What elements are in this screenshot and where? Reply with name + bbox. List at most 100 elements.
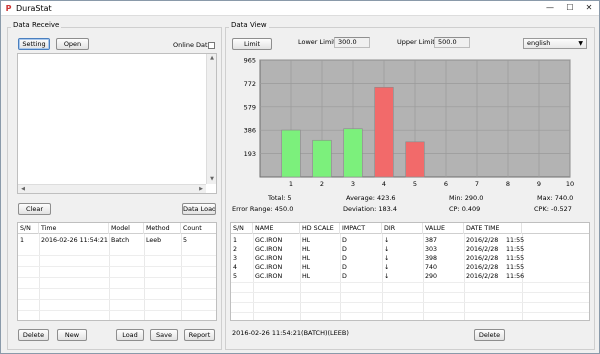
limit-button[interactable]: Limit — [232, 38, 272, 50]
receive-vertical-scrollbar[interactable]: ▲ ▼ — [206, 54, 216, 184]
minimize-button[interactable]: — — [541, 2, 559, 14]
cell-name: GC.IRON — [255, 237, 283, 244]
row-divider — [231, 282, 589, 283]
receive-text-area[interactable]: ▲ ▼ ◀ ▶ — [17, 53, 217, 194]
cell-date: 2016/2/28 — [466, 264, 499, 271]
batch-table[interactable]: S/N Time Model Method Count 1 2016-02-26… — [17, 222, 217, 321]
column-header[interactable]: DATE TIME — [464, 223, 522, 234]
stat-deviation: Deviation: 183.4 — [343, 205, 397, 213]
cell-dir-arrow-icon: ↓ — [384, 237, 390, 244]
cell-time: 11:55 — [506, 246, 525, 253]
x-tick-label: 8 — [506, 180, 510, 188]
data-load-button[interactable]: Data Load — [182, 203, 216, 215]
x-tick-label: 10 — [566, 180, 574, 188]
load-button[interactable]: Load — [116, 329, 144, 341]
column-header[interactable]: Count — [181, 223, 216, 234]
language-select[interactable]: english ▼ — [523, 38, 587, 49]
measurement-table[interactable]: S/N NAME HD SCALE IMPACT DIR VALUE DATE … — [230, 222, 590, 321]
selected-batch-status: 2016-02-26 11:54:21(BATCH)(LEEB) — [232, 329, 349, 337]
table-row[interactable]: 1 GC.IRON HL D ↓ 387 2016/2/28 11:55 — [231, 236, 589, 245]
y-tick-label: 579 — [244, 103, 256, 111]
table-row[interactable]: 2 GC.IRON HL D ↓ 303 2016/2/28 11:55 — [231, 245, 589, 254]
row-divider — [18, 266, 216, 267]
cell-dir-arrow-icon: ↓ — [384, 264, 390, 271]
x-tick-label: 7 — [475, 180, 479, 188]
chart-bar — [374, 86, 394, 178]
chevron-down-icon: ▼ — [578, 40, 583, 47]
x-tick-label: 6 — [444, 180, 448, 188]
x-tick-label: 1 — [289, 180, 293, 188]
lower-limit-label: Lower Limit: — [298, 38, 338, 46]
scroll-right-icon[interactable]: ▶ — [197, 186, 205, 193]
column-header[interactable]: Time — [39, 223, 109, 234]
language-select-value: english — [527, 39, 551, 47]
row-divider — [18, 277, 216, 278]
chart-bar — [312, 139, 332, 178]
cell-impact: D — [342, 255, 347, 262]
online-data-checkbox[interactable] — [208, 42, 215, 49]
cell-hd-scale: HL — [302, 246, 311, 253]
row-divider — [231, 292, 589, 293]
row-divider — [18, 299, 216, 300]
cell-method: Leeb — [146, 237, 162, 244]
close-button[interactable]: ✕ — [580, 2, 598, 14]
row-divider — [231, 302, 589, 303]
column-header[interactable]: Model — [109, 223, 144, 234]
receive-horizontal-scrollbar[interactable]: ◀ ▶ — [18, 184, 206, 193]
cell-value: 387 — [425, 237, 438, 244]
cell-value: 290 — [425, 273, 438, 280]
cell-value: 303 — [425, 246, 438, 253]
scroll-left-icon[interactable]: ◀ — [19, 186, 27, 193]
setting-button[interactable]: Setting — [18, 38, 50, 50]
table-row[interactable]: 5 GC.IRON HL D ↓ 290 2016/2/28 11:56 — [231, 272, 589, 281]
column-header[interactable]: IMPACT — [340, 223, 382, 234]
x-tick-label: 5 — [413, 180, 417, 188]
table-row[interactable]: 4 GC.IRON HL D ↓ 740 2016/2/28 11:55 — [231, 263, 589, 272]
data-receive-title: Data Receive — [11, 21, 62, 30]
column-header[interactable]: HD SCALE — [300, 223, 340, 234]
title-bar: P DuraStat — ☐ ✕ — [1, 1, 599, 16]
maximize-button[interactable]: ☐ — [561, 2, 579, 14]
open-button[interactable]: Open — [56, 38, 89, 50]
y-tick-label: 965 — [244, 57, 256, 65]
cell-date: 2016/2/28 — [466, 237, 499, 244]
column-header[interactable]: VALUE — [423, 223, 464, 234]
cell-impact: D — [342, 246, 347, 253]
cell-time: 11:55 — [506, 264, 525, 271]
upper-limit-field[interactable]: 500.0 — [434, 37, 470, 48]
cell-dir-arrow-icon: ↓ — [384, 246, 390, 253]
cell-date: 2016/2/28 — [466, 255, 499, 262]
clear-button[interactable]: Clear — [18, 203, 51, 215]
cell-count: 5 — [183, 237, 188, 244]
cell-hd-scale: HL — [302, 264, 311, 271]
column-header[interactable]: NAME — [253, 223, 300, 234]
lower-limit-field[interactable]: 300.0 — [334, 37, 370, 48]
y-tick-label: 193 — [244, 150, 256, 158]
scroll-down-icon[interactable]: ▼ — [208, 176, 216, 183]
column-header[interactable]: S/N — [231, 223, 253, 234]
chart-bar — [405, 141, 425, 178]
cell-sn: 1 — [20, 237, 25, 244]
save-button[interactable]: Save — [150, 329, 178, 341]
column-header[interactable]: DIR — [382, 223, 423, 234]
delete-measurement-button[interactable]: Delete — [474, 329, 505, 341]
chart-area: 1 2 3 4 5 6 7 8 9 10 193 386 579 772 965 — [232, 56, 590, 191]
cell-sn: 2 — [233, 246, 238, 253]
window-title: DuraStat — [16, 4, 52, 13]
table-row[interactable]: 3 GC.IRON HL D ↓ 398 2016/2/28 11:55 — [231, 254, 589, 263]
column-header[interactable]: S/N — [18, 223, 39, 234]
scroll-up-icon[interactable]: ▲ — [208, 55, 216, 62]
stat-error-range: Error Range: 450.0 — [232, 205, 294, 213]
x-tick-label: 9 — [537, 180, 541, 188]
table-row[interactable]: 1 2016-02-26 11:54:21 Batch Leeb 5 — [18, 236, 216, 245]
report-button[interactable]: Report — [184, 329, 215, 341]
cell-date: 2016/2/28 — [466, 246, 499, 253]
new-button[interactable]: New — [57, 329, 87, 341]
delete-batch-button[interactable]: Delete — [18, 329, 49, 341]
cell-dir-arrow-icon: ↓ — [384, 255, 390, 262]
y-tick-label: 386 — [244, 127, 256, 135]
cell-value: 740 — [425, 264, 438, 271]
upper-limit-label: Upper Limit: — [397, 38, 438, 46]
cell-sn: 5 — [233, 273, 238, 280]
column-header[interactable]: Method — [144, 223, 181, 234]
